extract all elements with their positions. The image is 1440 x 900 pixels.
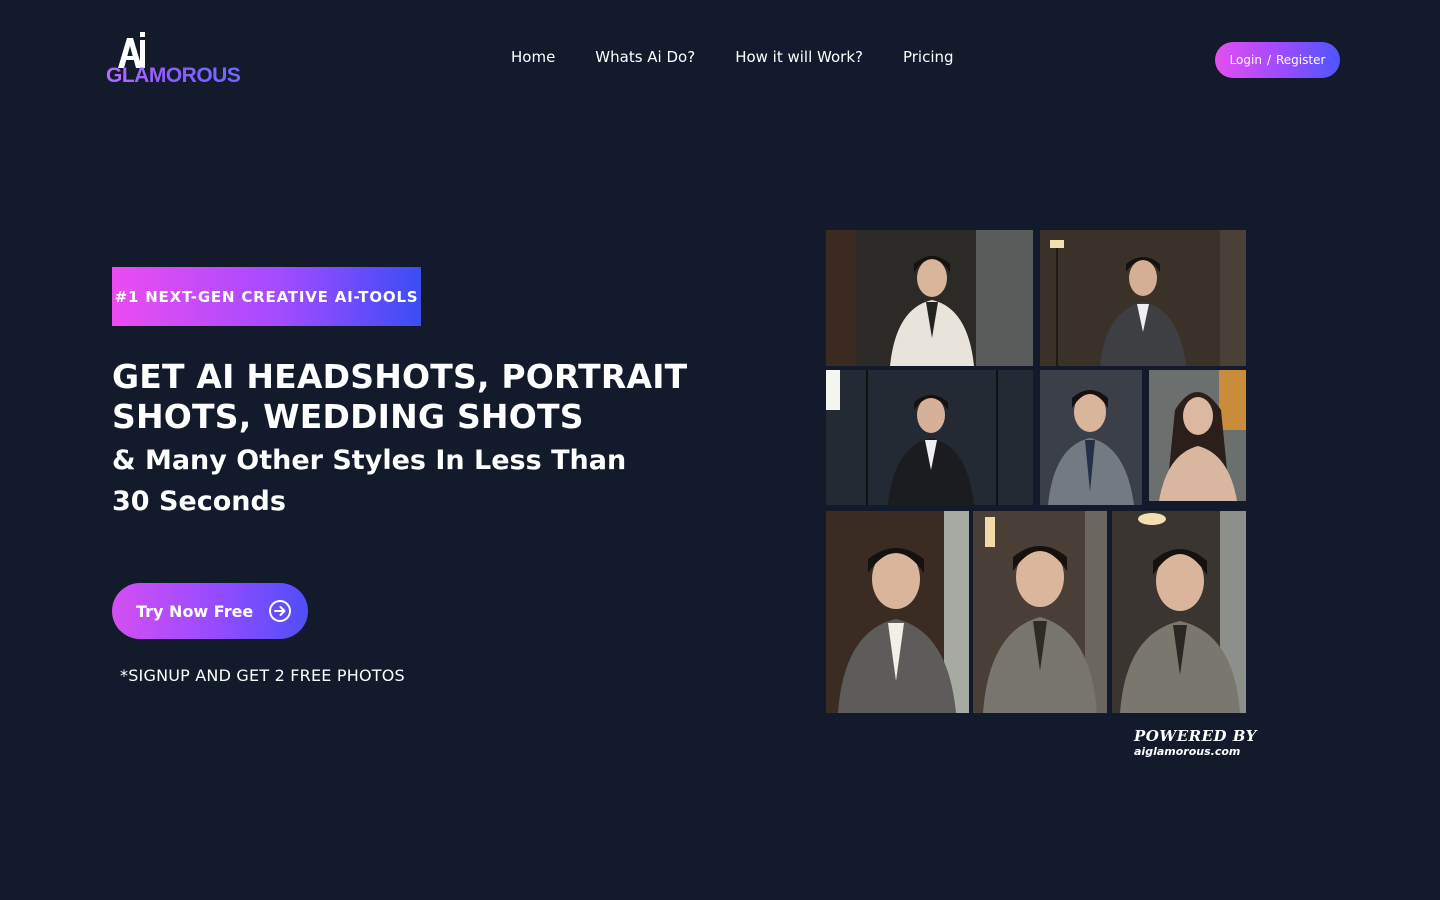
cta-label: Try Now Free [136, 601, 254, 621]
portrait-photo [1149, 370, 1246, 501]
arrow-circle-right-icon [269, 600, 291, 622]
login-label: Login [1229, 53, 1262, 67]
nav-pricing[interactable]: Pricing [903, 48, 954, 66]
powered-by-site: aiglamorous.com [1134, 745, 1241, 758]
portrait-collage [826, 230, 1246, 713]
hero-headline: GET AI HEADSHOTS, PORTRAIT SHOTS, WEDDIN… [112, 357, 688, 436]
portrait-photo [826, 230, 1033, 366]
signup-note: *SIGNUP AND GET 2 FREE PHOTOS [120, 666, 405, 685]
powered-by-label: POWERED BY [1134, 727, 1257, 745]
portrait-photo [1040, 370, 1142, 505]
login-separator: / [1266, 53, 1271, 67]
powered-by-watermark: POWERED BY aiglamorous.com [1134, 727, 1257, 758]
login-register-button[interactable]: Login / Register [1215, 42, 1340, 78]
portrait-photo [1040, 230, 1246, 366]
hero-badge: #1 NEXT-GEN CREATIVE AI-TOOLS [112, 267, 421, 326]
portrait-photo [826, 511, 969, 713]
nav-whats-ai-do[interactable]: Whats Ai Do? [595, 48, 695, 66]
site-header: GLAMOROUS Home Whats Ai Do? How it will … [0, 0, 1440, 120]
portrait-photo [973, 511, 1107, 713]
hero-subline: & Many Other Styles In Less Than 30 Seco… [112, 445, 627, 517]
main-nav: Home Whats Ai Do? How it will Work? Pric… [511, 48, 954, 66]
brand-logo[interactable]: GLAMOROUS [106, 30, 241, 88]
brand-wordmark: GLAMOROUS [106, 64, 241, 87]
portrait-photo [1112, 511, 1246, 713]
register-label: Register [1276, 53, 1326, 67]
nav-how-it-works[interactable]: How it will Work? [735, 48, 863, 66]
portrait-photo [826, 370, 1033, 505]
nav-home[interactable]: Home [511, 48, 555, 66]
try-now-free-button[interactable]: Try Now Free [112, 583, 308, 639]
